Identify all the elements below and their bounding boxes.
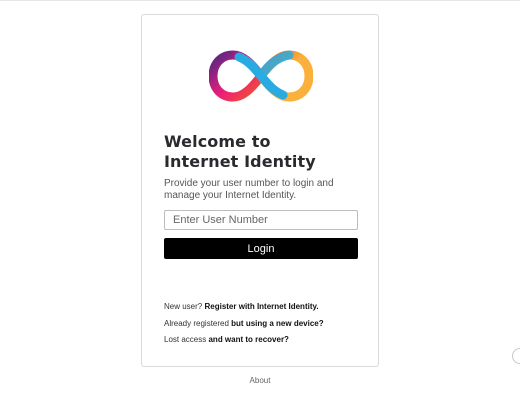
- register-link[interactable]: Register with Internet Identity.: [204, 302, 318, 311]
- user-number-input[interactable]: [164, 210, 358, 230]
- new-device-link[interactable]: but using a new device?: [231, 319, 323, 328]
- floating-widget-icon[interactable]: [512, 348, 520, 364]
- register-line: New user? Register with Internet Identit…: [164, 302, 374, 312]
- title-line-2: Internet Identity: [164, 152, 316, 171]
- subtitle-text: Provide your user number to login and ma…: [164, 178, 334, 201]
- recover-line: Lost access and want to recover?: [164, 335, 374, 345]
- login-button[interactable]: Login: [164, 238, 358, 259]
- recover-link[interactable]: and want to recover?: [208, 335, 288, 344]
- new-device-prefix: Already registered: [164, 319, 229, 328]
- recover-prefix: Lost access: [164, 335, 207, 344]
- page-title: Welcome to Internet Identity: [164, 132, 364, 172]
- about-link[interactable]: About: [240, 376, 280, 385]
- register-prefix: New user?: [164, 302, 203, 311]
- new-device-line: Already registered but using a new devic…: [164, 319, 374, 329]
- infinity-logo-icon: [209, 50, 313, 102]
- title-line-1: Welcome to: [164, 132, 271, 151]
- top-divider: [0, 0, 520, 1]
- login-card: Welcome to Internet Identity Provide you…: [141, 14, 379, 367]
